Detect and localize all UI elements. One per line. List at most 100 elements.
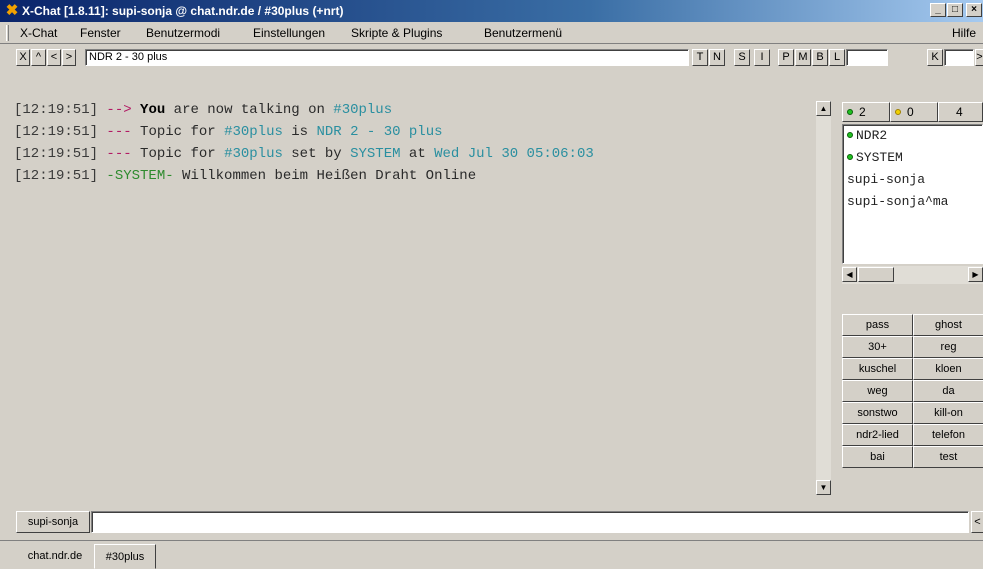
- user-action-button-sonstwo[interactable]: sonstwo: [842, 402, 913, 424]
- user-nick: supi-sonja^ma: [847, 194, 949, 209]
- menu-skripte-plugins[interactable]: Skripte & Plugins: [351, 22, 442, 44]
- menu-benutzermenue[interactable]: Benutzermenü: [484, 22, 562, 44]
- limit-input[interactable]: [846, 49, 888, 66]
- title-bar[interactable]: ✖ X-Chat [1.8.11]: supi-sonja @ chat.ndr…: [0, 0, 983, 22]
- mode-l-button[interactable]: L: [829, 49, 845, 66]
- chat-text-part: are now talking on: [165, 102, 334, 118]
- chat-text-part: Willkommen beim Heißen Draht Online: [173, 168, 477, 184]
- link-tab-button[interactable]: ^: [31, 49, 46, 66]
- tab-channel[interactable]: #30plus: [94, 544, 156, 569]
- user-action-button-reg[interactable]: reg: [913, 336, 983, 358]
- close-button[interactable]: ×: [966, 3, 982, 17]
- chat-text-part: You: [140, 102, 166, 118]
- chat-text-part: Wed Jul 30 05:06:03: [434, 146, 594, 162]
- tab-bar: chat.ndr.de #30plus: [0, 540, 983, 569]
- user-action-button-kuschel[interactable]: kuschel: [842, 358, 913, 380]
- user-nick: NDR2: [856, 128, 888, 143]
- next-tab-button[interactable]: >: [62, 49, 76, 66]
- timestamp: [12:19:51]: [14, 124, 99, 140]
- user-action-button-kloen[interactable]: kloen: [913, 358, 983, 380]
- mode-p-button[interactable]: P: [778, 49, 794, 66]
- menu-hilfe[interactable]: Hilfe: [952, 22, 976, 44]
- prev-tab-button[interactable]: <: [47, 49, 61, 66]
- minimize-button[interactable]: _: [930, 3, 946, 17]
- user-action-button-kill-on[interactable]: kill-on: [913, 402, 983, 424]
- chat-text-part: Topic for: [140, 124, 225, 140]
- user-list-item[interactable]: supi-sonja: [843, 169, 982, 191]
- user-action-button-bai[interactable]: bai: [842, 446, 913, 468]
- user-action-button-pass[interactable]: pass: [842, 314, 913, 336]
- chat-line: [12:19:51] -SYSTEM- Willkommen beim Heiß…: [14, 165, 815, 187]
- user-action-button-telefon[interactable]: telefon: [913, 424, 983, 446]
- chat-line: [12:19:51] --> You are now talking on #3…: [14, 99, 815, 121]
- chat-text-area[interactable]: [12:19:51] --> You are now talking on #3…: [14, 99, 815, 497]
- timestamp: [12:19:51]: [14, 146, 99, 162]
- mode-i-button[interactable]: I: [754, 49, 770, 66]
- maximize-button[interactable]: □: [947, 3, 963, 17]
- mode-t-button[interactable]: T: [692, 49, 708, 66]
- ops-count: 2: [842, 102, 890, 122]
- scroll-up-icon[interactable]: ▲: [816, 101, 831, 116]
- voice-count-value: 0: [907, 105, 914, 119]
- tab-server[interactable]: chat.ndr.de: [18, 544, 92, 569]
- scroll-down-icon[interactable]: ▼: [816, 480, 831, 495]
- xchat-x-icon: ✖: [5, 2, 19, 19]
- user-list-hscroll[interactable]: ◀ ▶: [842, 266, 983, 284]
- key-input[interactable]: [944, 49, 974, 66]
- timestamp: [12:19:51]: [14, 102, 99, 118]
- user-action-button-da[interactable]: da: [913, 380, 983, 402]
- nick-button[interactable]: supi-sonja: [16, 511, 90, 533]
- chat-text-part: at: [400, 146, 435, 162]
- line-marker: ---: [106, 146, 132, 162]
- scroll-right-icon[interactable]: ▶: [968, 267, 983, 282]
- more-modes-button[interactable]: >: [975, 49, 983, 66]
- op-dot-icon: [847, 109, 853, 116]
- scroll-left-icon[interactable]: ◀: [842, 267, 857, 282]
- topic-bar: X ^ < > NDR 2 - 30 plus T N S I P M B L …: [0, 46, 983, 70]
- user-list-item[interactable]: supi-sonja^ma: [843, 191, 982, 213]
- menu-fenster[interactable]: Fenster: [80, 22, 121, 44]
- topic-input[interactable]: NDR 2 - 30 plus: [85, 49, 689, 66]
- user-action-button-weg[interactable]: weg: [842, 380, 913, 402]
- xchat-window: ✖ X-Chat [1.8.11]: supi-sonja @ chat.ndr…: [0, 0, 983, 569]
- user-nick: supi-sonja: [847, 172, 926, 187]
- menu-benutzermodi[interactable]: Benutzermodi: [146, 22, 220, 44]
- user-action-button-ghost[interactable]: ghost: [913, 314, 983, 336]
- op-status-icon: [847, 153, 853, 160]
- input-more-button[interactable]: <: [971, 511, 983, 533]
- timestamp: [12:19:51]: [14, 168, 99, 184]
- chat-text-part: #30plus: [224, 146, 283, 162]
- menu-einstellungen[interactable]: Einstellungen: [253, 22, 325, 44]
- user-action-button-ndr2-lied[interactable]: ndr2-lied: [842, 424, 913, 446]
- user-list-item[interactable]: SYSTEM: [843, 147, 982, 169]
- chat-text-part: NDR 2 - 30 plus: [316, 124, 443, 140]
- chat-line: [12:19:51] --- Topic for #30plus set by …: [14, 143, 815, 165]
- mode-k-button[interactable]: K: [927, 49, 943, 66]
- close-channel-button[interactable]: X: [16, 49, 30, 66]
- user-list[interactable]: NDR2 SYSTEM supi-sonja supi-sonja^ma: [842, 124, 983, 264]
- menu-xchat[interactable]: X-Chat: [20, 22, 57, 44]
- line-marker: -SYSTEM-: [106, 168, 174, 184]
- chat-scrollbar[interactable]: ▲ ▼: [815, 100, 832, 496]
- message-input[interactable]: [91, 511, 969, 533]
- hscroll-thumb[interactable]: [858, 267, 894, 282]
- mode-s-button[interactable]: S: [734, 49, 750, 66]
- user-action-button-30-[interactable]: 30+: [842, 336, 913, 358]
- user-counts: 2 0 4: [842, 102, 983, 122]
- window-title: X-Chat [1.8.11]: supi-sonja @ chat.ndr.d…: [22, 4, 344, 18]
- input-bar: supi-sonja <: [0, 506, 983, 538]
- user-panel: 2 0 4 NDR2 SYSTEM supi-sonja supi-sonja^ma …: [842, 100, 983, 496]
- mode-m-button[interactable]: M: [795, 49, 811, 66]
- chat-text-part: SYSTEM: [350, 146, 401, 162]
- menu-grip: [6, 25, 9, 41]
- chat-text-part: set by: [282, 146, 351, 162]
- chat-text-part: #30plus: [333, 102, 393, 118]
- user-action-button-test[interactable]: test: [913, 446, 983, 468]
- user-nick: SYSTEM: [856, 150, 903, 165]
- ops-count-value: 2: [859, 105, 866, 119]
- mode-n-button[interactable]: N: [709, 49, 725, 66]
- mode-b-button[interactable]: B: [812, 49, 828, 66]
- user-list-item[interactable]: NDR2: [843, 125, 982, 147]
- chat-text-part: #30plus: [224, 124, 283, 140]
- op-status-icon: [847, 131, 853, 138]
